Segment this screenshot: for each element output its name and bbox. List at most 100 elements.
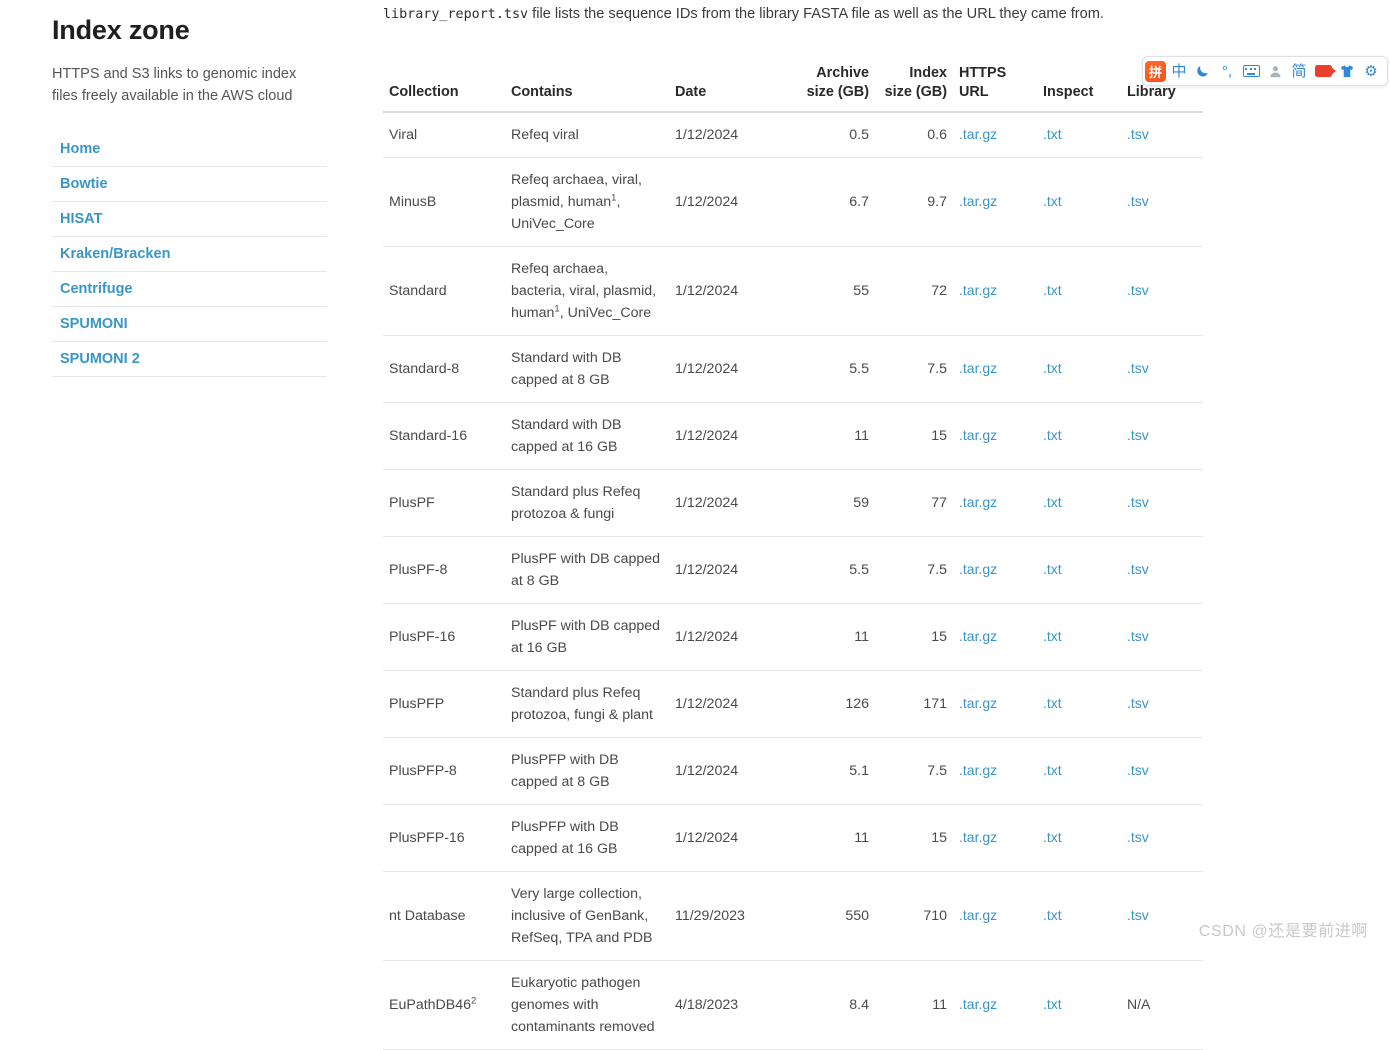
library-tsv-link[interactable]: .tsv bbox=[1127, 360, 1149, 376]
cell-library[interactable]: .tsv bbox=[1121, 536, 1203, 605]
download-targz-link[interactable]: .tar.gz bbox=[959, 762, 997, 778]
inspect-txt-link[interactable]: .txt bbox=[1043, 695, 1062, 711]
user-account-icon[interactable] bbox=[1264, 60, 1286, 82]
download-targz-link[interactable]: .tar.gz bbox=[959, 829, 997, 845]
inspect-txt-link[interactable]: .txt bbox=[1043, 427, 1062, 443]
library-tsv-link[interactable]: .tsv bbox=[1127, 628, 1149, 644]
inspect-txt-link[interactable]: .txt bbox=[1043, 193, 1062, 209]
download-targz-link[interactable]: .tar.gz bbox=[959, 695, 997, 711]
library-tsv-link[interactable]: .tsv bbox=[1127, 494, 1149, 510]
skin-theme-icon[interactable] bbox=[1336, 60, 1358, 82]
sidebar-link-home[interactable]: Home bbox=[60, 141, 100, 157]
cell-inspect[interactable]: .txt bbox=[1037, 335, 1121, 404]
download-targz-link[interactable]: .tar.gz bbox=[959, 628, 997, 644]
library-tsv-link[interactable]: .tsv bbox=[1127, 126, 1149, 142]
sidebar-item-spumoni-2[interactable]: SPUMONI 2 bbox=[52, 342, 327, 377]
download-targz-link[interactable]: .tar.gz bbox=[959, 427, 997, 443]
sidebar-link-hisat[interactable]: HISAT bbox=[60, 211, 102, 227]
sidebar-link-bowtie[interactable]: Bowtie bbox=[60, 176, 108, 192]
download-targz-link[interactable]: .tar.gz bbox=[959, 494, 997, 510]
sidebar-item-kraken-bracken[interactable]: Kraken/Bracken bbox=[52, 237, 327, 272]
library-tsv-link[interactable]: .tsv bbox=[1127, 762, 1149, 778]
inspect-txt-link[interactable]: .txt bbox=[1043, 628, 1062, 644]
download-targz-link[interactable]: .tar.gz bbox=[959, 907, 997, 923]
cell-inspect[interactable]: .txt bbox=[1037, 737, 1121, 806]
cell-https-url[interactable]: .tar.gz bbox=[953, 960, 1037, 1050]
inspect-txt-link[interactable]: .txt bbox=[1043, 829, 1062, 845]
library-tsv-link[interactable]: .tsv bbox=[1127, 829, 1149, 845]
cell-https-url[interactable]: .tar.gz bbox=[953, 402, 1037, 471]
download-targz-link[interactable]: .tar.gz bbox=[959, 282, 997, 298]
simplified-chinese-icon[interactable]: 简 bbox=[1288, 60, 1310, 82]
download-targz-link[interactable]: .tar.gz bbox=[959, 126, 997, 142]
cell-library[interactable]: .tsv bbox=[1121, 670, 1203, 739]
sidebar-item-bowtie[interactable]: Bowtie bbox=[52, 167, 327, 202]
sidebar-link-centrifuge[interactable]: Centrifuge bbox=[60, 281, 133, 297]
cell-inspect[interactable]: .txt bbox=[1037, 871, 1121, 962]
sogou-logo-icon[interactable]: 拼 bbox=[1145, 60, 1166, 82]
download-targz-link[interactable]: .tar.gz bbox=[959, 360, 997, 376]
cell-https-url[interactable]: .tar.gz bbox=[953, 670, 1037, 739]
cell-library[interactable]: .tsv bbox=[1121, 737, 1203, 806]
soft-keyboard-icon[interactable] bbox=[1240, 60, 1262, 82]
cell-inspect[interactable]: .txt bbox=[1037, 960, 1121, 1050]
moon-icon[interactable] bbox=[1192, 60, 1214, 82]
cell-inspect[interactable]: .txt bbox=[1037, 469, 1121, 538]
inspect-txt-link[interactable]: .txt bbox=[1043, 907, 1062, 923]
cell-https-url[interactable]: .tar.gz bbox=[953, 804, 1037, 873]
cell-https-url[interactable]: .tar.gz bbox=[953, 246, 1037, 337]
chinese-mode-icon[interactable]: 中 bbox=[1168, 60, 1190, 82]
cell-https-url[interactable]: .tar.gz bbox=[953, 737, 1037, 806]
library-tsv-link[interactable]: .tsv bbox=[1127, 427, 1149, 443]
cell-library[interactable]: .tsv bbox=[1121, 402, 1203, 471]
download-targz-link[interactable]: .tar.gz bbox=[959, 561, 997, 577]
sidebar-item-centrifuge[interactable]: Centrifuge bbox=[52, 272, 327, 307]
cell-library[interactable]: .tsv bbox=[1121, 157, 1203, 248]
screen-recorder-icon[interactable] bbox=[1312, 60, 1336, 82]
download-targz-link[interactable]: .tar.gz bbox=[959, 193, 997, 209]
settings-gear-icon[interactable]: ⚙ bbox=[1360, 60, 1382, 82]
download-targz-link[interactable]: .tar.gz bbox=[959, 996, 997, 1012]
cell-library[interactable]: .tsv bbox=[1121, 469, 1203, 538]
cell-inspect[interactable]: .txt bbox=[1037, 670, 1121, 739]
cell-library[interactable]: .tsv bbox=[1121, 603, 1203, 672]
cell-https-url[interactable]: .tar.gz bbox=[953, 469, 1037, 538]
library-tsv-link[interactable]: .tsv bbox=[1127, 193, 1149, 209]
cell-inspect[interactable]: .txt bbox=[1037, 804, 1121, 873]
cell-library[interactable]: .tsv bbox=[1121, 335, 1203, 404]
library-tsv-link[interactable]: .tsv bbox=[1127, 561, 1149, 577]
punctuation-icon[interactable]: °, bbox=[1216, 60, 1238, 82]
cell-https-url[interactable]: .tar.gz bbox=[953, 603, 1037, 672]
sidebar-item-spumoni[interactable]: SPUMONI bbox=[52, 307, 327, 342]
cell-https-url[interactable]: .tar.gz bbox=[953, 112, 1037, 159]
inspect-txt-link[interactable]: .txt bbox=[1043, 494, 1062, 510]
library-tsv-link[interactable]: .tsv bbox=[1127, 907, 1149, 923]
cell-https-url[interactable]: .tar.gz bbox=[953, 157, 1037, 248]
cell-library[interactable]: .tsv bbox=[1121, 871, 1203, 962]
inspect-txt-link[interactable]: .txt bbox=[1043, 126, 1062, 142]
cell-https-url[interactable]: .tar.gz bbox=[953, 335, 1037, 404]
cell-library[interactable]: .tsv bbox=[1121, 112, 1203, 159]
cell-library[interactable]: .tsv bbox=[1121, 804, 1203, 873]
inspect-txt-link[interactable]: .txt bbox=[1043, 762, 1062, 778]
library-tsv-link[interactable]: .tsv bbox=[1127, 695, 1149, 711]
inspect-txt-link[interactable]: .txt bbox=[1043, 360, 1062, 376]
sidebar-link-spumoni-2[interactable]: SPUMONI 2 bbox=[60, 351, 140, 367]
sogou-ime-toolbar[interactable]: 拼中 °, 简 ⚙ bbox=[1142, 56, 1388, 86]
inspect-txt-link[interactable]: .txt bbox=[1043, 282, 1062, 298]
cell-https-url[interactable]: .tar.gz bbox=[953, 536, 1037, 605]
cell-inspect[interactable]: .txt bbox=[1037, 402, 1121, 471]
cell-inspect[interactable]: .txt bbox=[1037, 112, 1121, 159]
library-tsv-link[interactable]: .tsv bbox=[1127, 282, 1149, 298]
sidebar-link-spumoni[interactable]: SPUMONI bbox=[60, 316, 128, 332]
cell-inspect[interactable]: .txt bbox=[1037, 246, 1121, 337]
inspect-txt-link[interactable]: .txt bbox=[1043, 561, 1062, 577]
sidebar-link-kraken-bracken[interactable]: Kraken/Bracken bbox=[60, 246, 170, 262]
inspect-txt-link[interactable]: .txt bbox=[1043, 996, 1062, 1012]
sidebar-item-home[interactable]: Home bbox=[52, 132, 327, 167]
cell-inspect[interactable]: .txt bbox=[1037, 603, 1121, 672]
sidebar-item-hisat[interactable]: HISAT bbox=[52, 202, 327, 237]
cell-inspect[interactable]: .txt bbox=[1037, 157, 1121, 248]
cell-inspect[interactable]: .txt bbox=[1037, 536, 1121, 605]
cell-library[interactable]: .tsv bbox=[1121, 246, 1203, 337]
